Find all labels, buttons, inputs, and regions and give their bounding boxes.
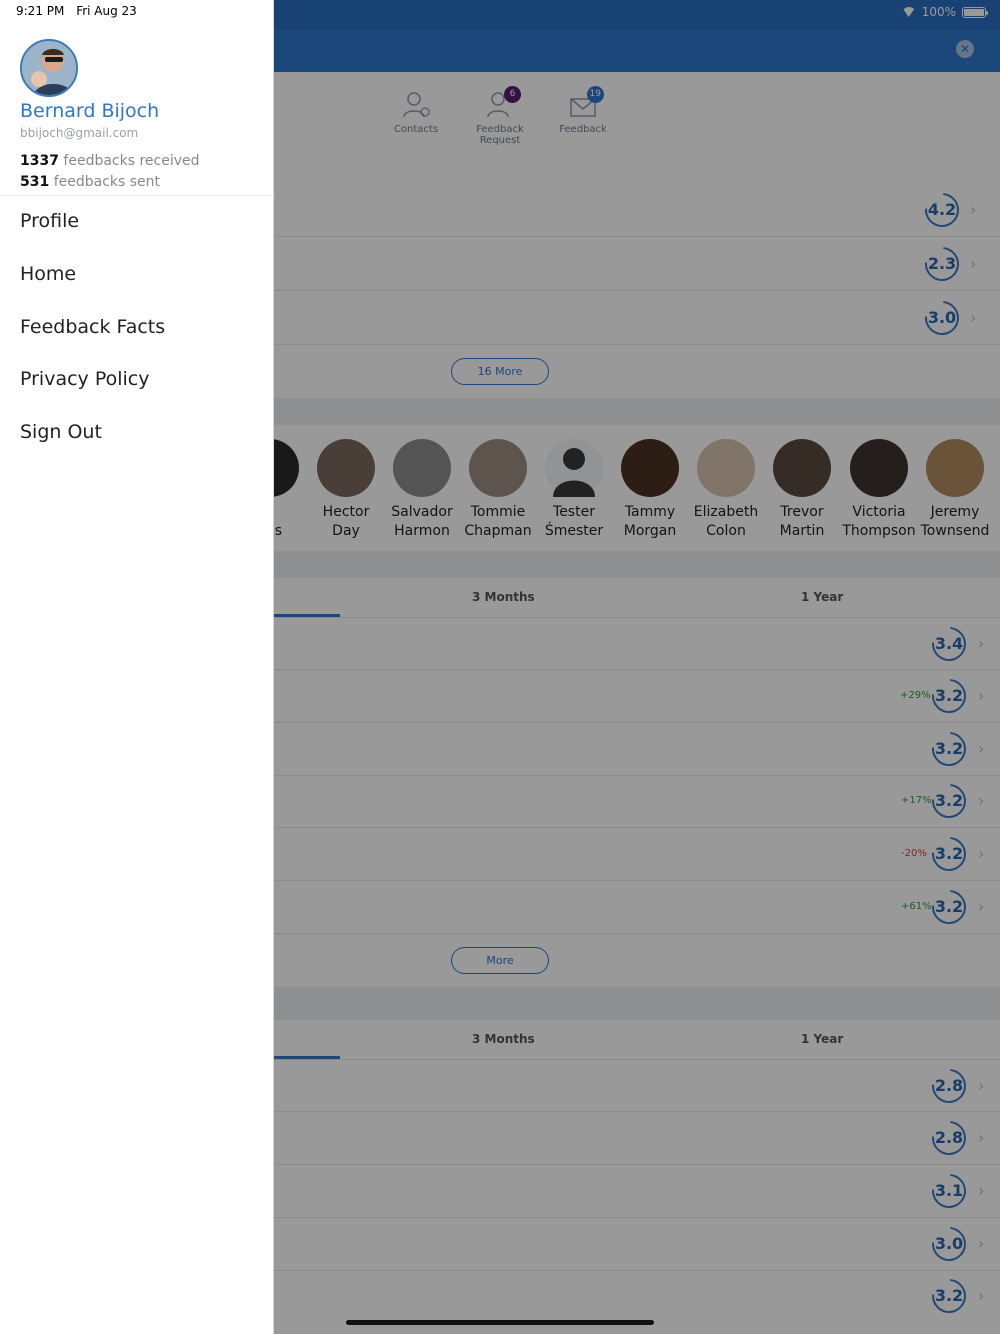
feedbacks-received-stat: 1337 feedbacks received [20,153,200,169]
menu-item-profile[interactable]: Profile [20,210,79,232]
user-email: bbijoch@gmail.com [20,126,139,140]
menu-item-feedback-facts[interactable]: Feedback Facts [20,316,165,338]
divider [0,195,274,196]
received-count: 1337 [20,153,59,169]
feedbacks-sent-stat: 531 feedbacks sent [20,174,160,190]
status-date: Fri Aug 23 [76,4,137,18]
received-label: feedbacks received [63,153,200,169]
sent-count: 531 [20,174,50,190]
menu-item-sign-out[interactable]: Sign Out [20,421,102,443]
menu-item-privacy-policy[interactable]: Privacy Policy [20,368,149,390]
side-drawer: 9:21 PM Fri Aug 23 Bernard Bijoch bbijoc… [0,0,274,1334]
home-indicator[interactable] [346,1320,654,1325]
sent-label: feedbacks sent [53,174,161,190]
avatar[interactable] [20,39,78,97]
user-name: Bernard Bijoch [20,100,160,122]
status-time: 9:21 PM [16,4,65,18]
status-time-date: 9:21 PM Fri Aug 23 [16,4,145,18]
menu-item-home[interactable]: Home [20,263,76,285]
